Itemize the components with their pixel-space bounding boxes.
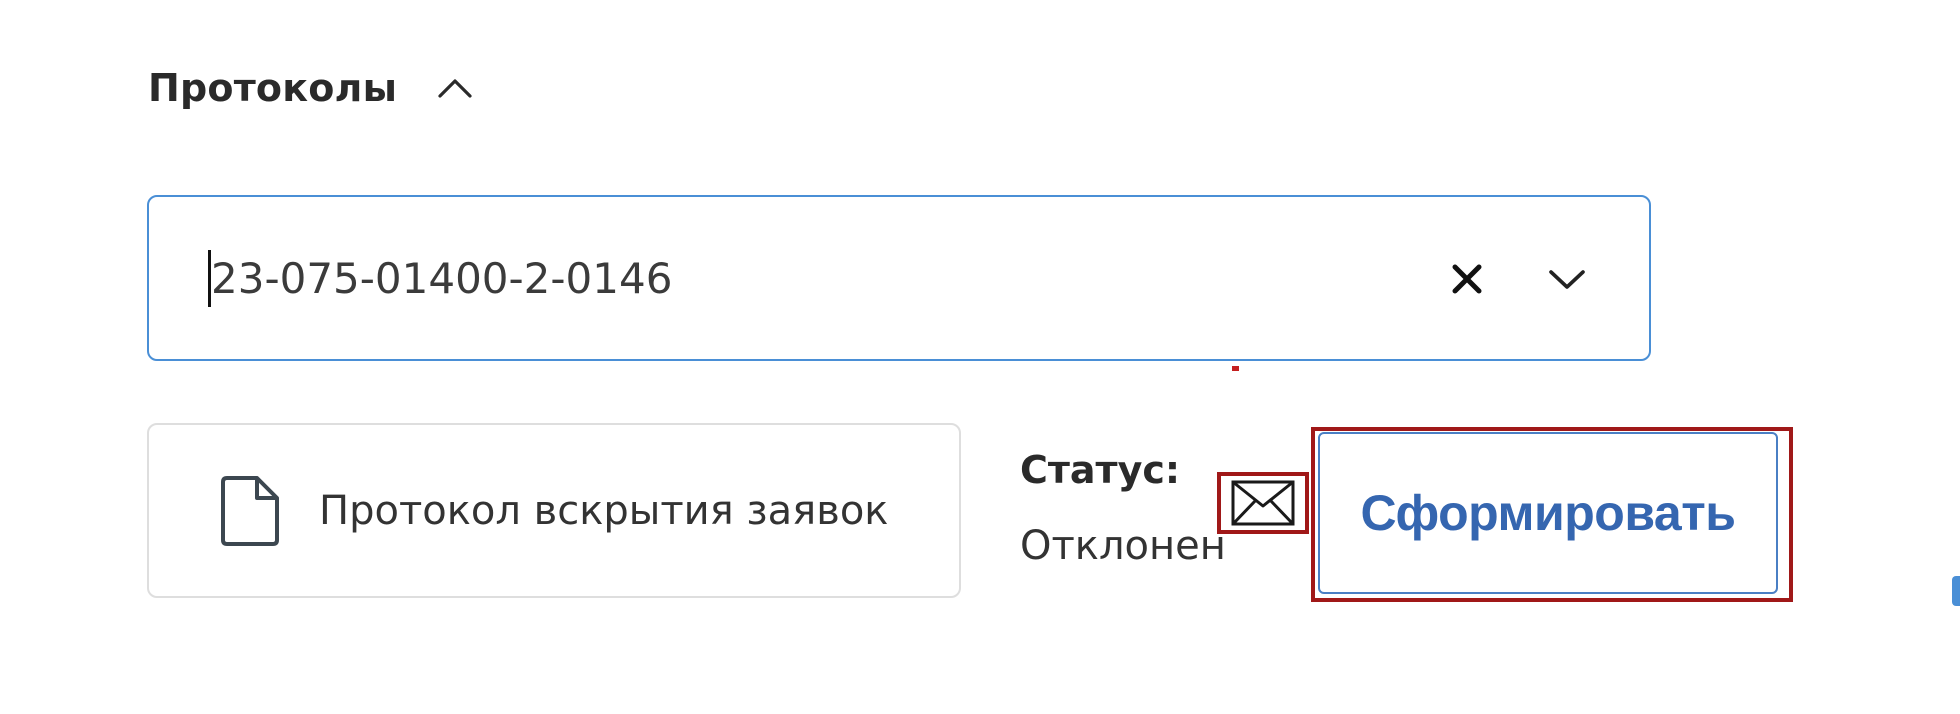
protocol-select[interactable]	[147, 195, 1651, 361]
envelope-icon[interactable]	[1217, 472, 1309, 534]
chevron-up-icon[interactable]	[437, 77, 473, 99]
document-label: Протокол вскрытия заявок	[319, 487, 889, 534]
text-caret	[208, 250, 211, 307]
status-label: Статус:	[1020, 448, 1181, 492]
protocols-section-header[interactable]: Протоколы	[148, 66, 473, 110]
chevron-down-icon[interactable]	[1537, 249, 1597, 309]
document-card[interactable]: Протокол вскрытия заявок	[147, 423, 961, 598]
status-value: Отклонен	[1020, 523, 1226, 569]
validation-mark	[1232, 366, 1239, 371]
generate-button[interactable]: Сформировать	[1318, 432, 1778, 594]
section-title: Протоколы	[148, 66, 398, 110]
document-icon	[221, 475, 279, 546]
edge-scroll-indicator	[1952, 576, 1960, 606]
protocol-select-input[interactable]	[208, 235, 1361, 321]
page: Протоколы Протокол вскрытия заявок	[0, 0, 1960, 714]
close-icon[interactable]	[1437, 249, 1497, 309]
